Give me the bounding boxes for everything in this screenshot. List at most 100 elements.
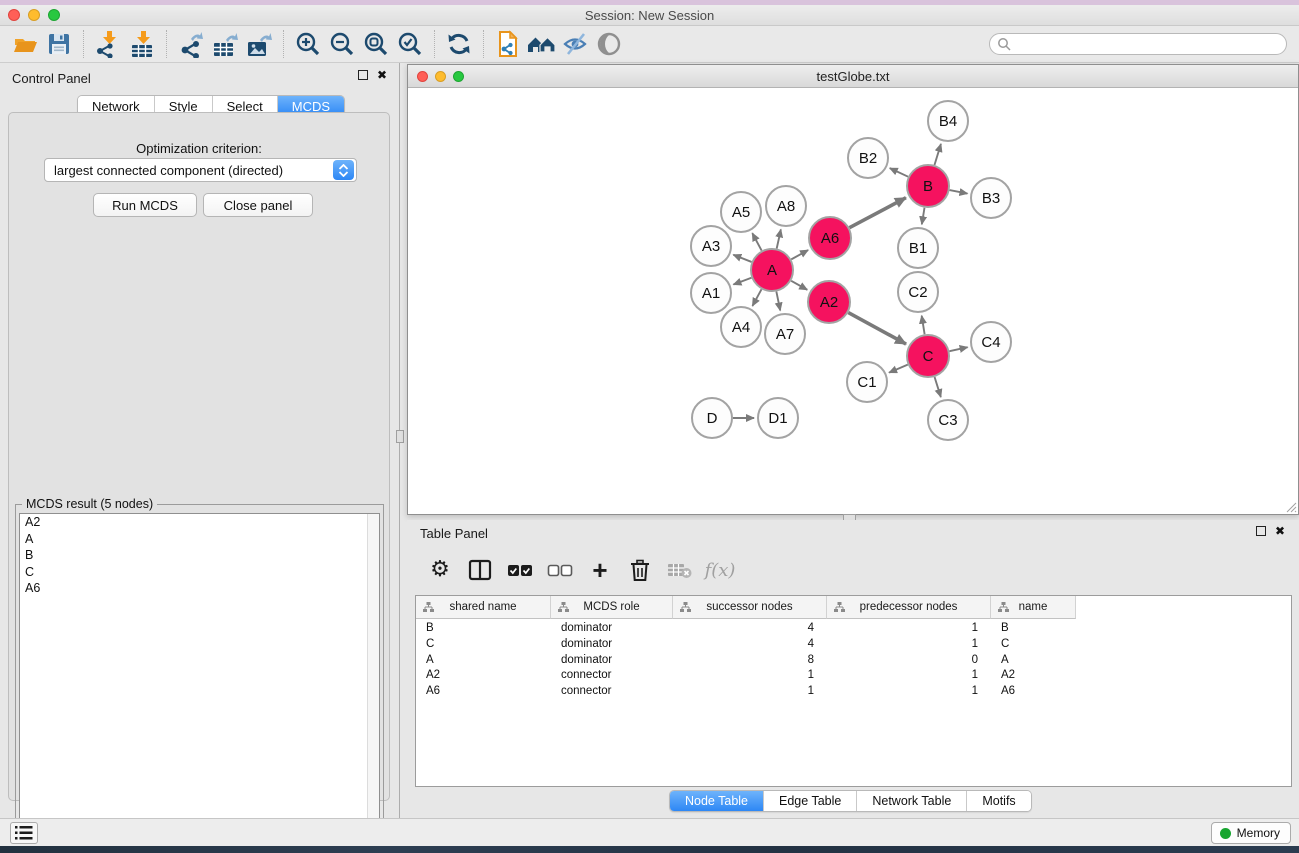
panel-splitter-grip[interactable] — [396, 430, 404, 443]
graph-edge-A-A5[interactable] — [752, 233, 761, 250]
delete-columns-button[interactable] — [623, 553, 657, 587]
show-graphics-details-button[interactable] — [593, 28, 627, 60]
network-window-titlebar[interactable]: testGlobe.txt — [408, 65, 1298, 88]
optimization-criterion-select[interactable]: largest connected component (directed) — [44, 158, 357, 182]
tab-network-table[interactable]: Network Table — [857, 791, 967, 811]
open-session-file-button[interactable] — [491, 28, 525, 60]
graph-node-B1[interactable]: B1 — [898, 228, 938, 268]
table-cell[interactable]: 1 — [827, 684, 991, 700]
graph-node-C3[interactable]: C3 — [928, 400, 968, 440]
graph-node-C1[interactable]: C1 — [847, 362, 887, 402]
table-cell[interactable]: connector — [551, 684, 673, 700]
graph-edge-A-A1[interactable] — [733, 278, 751, 285]
tab-edge-table[interactable]: Edge Table — [764, 791, 857, 811]
graph-edge-A-A6[interactable] — [791, 250, 808, 259]
table-cell[interactable]: 8 — [673, 653, 827, 669]
search-input[interactable] — [989, 33, 1287, 55]
mcds-result-item[interactable]: A6 — [20, 580, 379, 597]
graph-edge-C-C4[interactable] — [949, 347, 967, 351]
graph-edge-C-C3[interactable] — [935, 377, 941, 397]
zoom-fit-button[interactable] — [359, 28, 393, 60]
column-header-predecessor-nodes[interactable]: predecessor nodes — [827, 596, 991, 619]
close-table-panel-icon[interactable]: ✖ — [1275, 526, 1285, 536]
graph-node-A2[interactable]: A2 — [808, 281, 850, 323]
zoom-selected-button[interactable] — [393, 28, 427, 60]
memory-status-button[interactable]: Memory — [1211, 822, 1291, 844]
graph-edge-A-A8[interactable] — [777, 229, 781, 248]
hide-graphics-details-button[interactable] — [559, 28, 593, 60]
export-table-button[interactable] — [208, 28, 242, 60]
graph-edge-C-C1[interactable] — [889, 365, 908, 373]
mcds-result-item[interactable]: B — [20, 547, 379, 564]
table-cell[interactable]: 1 — [827, 637, 991, 653]
graph-edge-A-A2[interactable] — [791, 281, 807, 290]
table-cell[interactable]: A6 — [416, 684, 551, 700]
show-columns-button[interactable] — [463, 553, 497, 587]
table-settings-button[interactable]: ⚙ — [423, 553, 457, 587]
export-image-button[interactable] — [242, 28, 276, 60]
home-button[interactable] — [525, 28, 559, 60]
table-row[interactable]: Adominator80A — [416, 653, 1076, 669]
task-history-button[interactable] — [10, 822, 38, 844]
tab-motifs[interactable]: Motifs — [967, 791, 1030, 811]
table-cell[interactable]: connector — [551, 668, 673, 684]
graph-edge-C-C2[interactable] — [922, 316, 925, 335]
deselect-all-button[interactable] — [543, 553, 577, 587]
graph-node-A7[interactable]: A7 — [765, 314, 805, 354]
table-row[interactable]: Cdominator41C — [416, 637, 1076, 653]
graph-node-B4[interactable]: B4 — [928, 101, 968, 141]
table-cell[interactable]: A — [991, 653, 1076, 669]
import-network-button[interactable] — [91, 28, 125, 60]
graph-node-A6[interactable]: A6 — [809, 217, 851, 259]
save-session-button[interactable] — [42, 28, 76, 60]
resize-grip-icon[interactable] — [1285, 501, 1297, 513]
table-cell[interactable]: 1 — [827, 668, 991, 684]
table-cell[interactable]: 1 — [673, 684, 827, 700]
table-row[interactable]: A6connector11A6 — [416, 684, 1076, 700]
graph-edge-B-B2[interactable] — [890, 168, 908, 177]
graph-node-B2[interactable]: B2 — [848, 138, 888, 178]
graph-edge-A-A7[interactable] — [776, 292, 780, 311]
graph-node-C4[interactable]: C4 — [971, 322, 1011, 362]
graph-edge-A-A3[interactable] — [733, 255, 751, 262]
float-panel-icon[interactable] — [358, 70, 368, 80]
column-header-MCDS-role[interactable]: MCDS role — [551, 596, 673, 619]
table-cell[interactable]: B — [991, 621, 1076, 637]
open-session-button[interactable] — [8, 28, 42, 60]
mcds-result-item[interactable]: A — [20, 531, 379, 548]
table-row[interactable]: Bdominator41B — [416, 621, 1076, 637]
column-header-name[interactable]: name — [991, 596, 1076, 619]
table-row[interactable]: A2connector11A2 — [416, 668, 1076, 684]
graph-node-A8[interactable]: A8 — [766, 186, 806, 226]
table-cell[interactable]: C — [416, 637, 551, 653]
graph-node-D[interactable]: D — [692, 398, 732, 438]
network-canvas[interactable]: B4B2BB3B1C2A5A8A3A6AA1A2A4A7CC4C1C3DD1 — [409, 89, 1297, 514]
graph-edge-B-B1[interactable] — [922, 208, 925, 225]
close-panel-button[interactable]: Close panel — [203, 193, 313, 217]
close-panel-icon[interactable]: ✖ — [377, 70, 387, 80]
float-table-panel-icon[interactable] — [1256, 526, 1266, 536]
graph-node-A1[interactable]: A1 — [691, 273, 731, 313]
table-cell[interactable]: A — [416, 653, 551, 669]
mcds-result-item[interactable]: A2 — [20, 514, 379, 531]
column-header-shared-name[interactable]: shared name — [416, 596, 551, 619]
select-all-button[interactable] — [503, 553, 537, 587]
graph-node-A5[interactable]: A5 — [721, 192, 761, 232]
table-cell[interactable]: 1 — [827, 621, 991, 637]
graph-node-B3[interactable]: B3 — [971, 178, 1011, 218]
graph-node-C[interactable]: C — [907, 335, 949, 377]
graph-node-A3[interactable]: A3 — [691, 226, 731, 266]
import-table-button[interactable] — [125, 28, 159, 60]
column-header-successor-nodes[interactable]: successor nodes — [673, 596, 827, 619]
table-cell[interactable]: 4 — [673, 637, 827, 653]
table-cell[interactable]: 0 — [827, 653, 991, 669]
graph-node-B[interactable]: B — [907, 165, 949, 207]
refresh-layout-button[interactable] — [442, 28, 476, 60]
graph-node-A4[interactable]: A4 — [721, 307, 761, 347]
table-cell[interactable]: 1 — [673, 668, 827, 684]
table-cell[interactable]: A2 — [991, 668, 1076, 684]
run-mcds-button[interactable]: Run MCDS — [93, 193, 197, 217]
graph-node-A[interactable]: A — [751, 249, 793, 291]
mcds-result-item[interactable]: C — [20, 564, 379, 581]
table-cell[interactable]: C — [991, 637, 1076, 653]
